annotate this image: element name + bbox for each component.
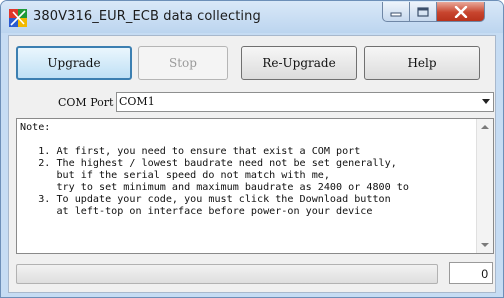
- scroll-down-icon[interactable]: [481, 243, 489, 247]
- title-bar[interactable]: 380V316_EUR_ECB data collecting: [1, 1, 503, 33]
- count-field: 0: [449, 262, 493, 284]
- com-port-select[interactable]: COM1: [116, 92, 494, 112]
- close-button[interactable]: [437, 2, 485, 22]
- minimize-icon: [390, 12, 402, 16]
- app-icon: [9, 9, 27, 27]
- minimize-button[interactable]: [382, 2, 410, 22]
- help-button[interactable]: Help: [364, 46, 480, 80]
- close-icon: [454, 5, 467, 18]
- notes-textarea[interactable]: Note: 1. At first, you need to ensure th…: [16, 118, 494, 254]
- upgrade-button[interactable]: Upgrade: [16, 46, 132, 80]
- app-window: 380V316_EUR_ECB data collecting Upgrade …: [0, 0, 504, 298]
- maximize-icon: [417, 6, 429, 17]
- com-port-value: COM1: [119, 95, 155, 108]
- chevron-down-icon[interactable]: [482, 99, 490, 104]
- stop-button[interactable]: Stop: [138, 46, 228, 80]
- re-upgrade-button[interactable]: Re-Upgrade: [241, 46, 357, 80]
- notes-text: Note: 1. At first, you need to ensure th…: [20, 122, 409, 217]
- progress-bar: [16, 264, 438, 284]
- scroll-up-icon[interactable]: [481, 125, 489, 129]
- com-port-label: COM Port: [58, 96, 114, 109]
- maximize-button[interactable]: [410, 2, 437, 22]
- notes-scrollbar[interactable]: [476, 119, 493, 253]
- window-title: 380V316_EUR_ECB data collecting: [33, 9, 261, 24]
- main-panel: Upgrade Stop Re-Upgrade Help COM Port CO…: [8, 35, 496, 293]
- count-value: 0: [481, 267, 488, 281]
